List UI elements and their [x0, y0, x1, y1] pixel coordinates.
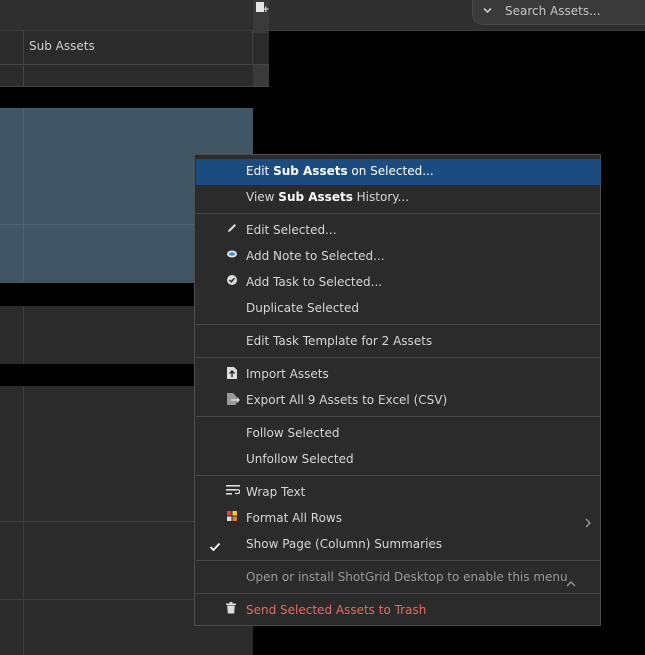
export-icon	[226, 392, 240, 409]
menu-item-label: Add Task to Selected...	[246, 275, 383, 289]
menu-item-label: Import Assets	[246, 367, 329, 381]
menu-item-label: Duplicate Selected	[246, 301, 360, 315]
menu-item-format-all-rows[interactable]: Format All Rows	[196, 506, 601, 532]
menu-item-edit-selected[interactable]: Edit Selected...	[196, 218, 601, 244]
menu-item-label: Wrap Text	[246, 485, 306, 499]
format-grid-icon	[226, 510, 238, 525]
grid-scroll-gutter	[253, 65, 269, 86]
cell-divider	[23, 306, 24, 364]
column-divider	[252, 31, 253, 64]
menu-item-view-sub-assets-history[interactable]: View Sub Assets History...	[196, 185, 601, 211]
menu-item-add-note[interactable]: Add Note to Selected...	[196, 244, 601, 270]
wrap-text-icon	[226, 484, 241, 499]
menu-item-label: View Sub Assets History...	[246, 190, 410, 204]
cell-divider	[23, 108, 24, 283]
menu-item-label: Show Page (Column) Summaries	[246, 537, 443, 551]
search-box[interactable]: Search Assets...	[472, 0, 645, 25]
menu-item-label: Unfollow Selected	[246, 452, 354, 466]
chevron-up-icon	[566, 573, 576, 592]
column-divider	[23, 65, 24, 86]
menu-item-unfollow-selected[interactable]: Unfollow Selected	[196, 447, 601, 473]
pencil-icon	[226, 222, 238, 237]
menu-item-shotgrid-desktop: Open or install ShotGrid Desktop to enab…	[196, 565, 601, 591]
note-bubble-icon	[226, 248, 238, 263]
grid-summary-row	[0, 65, 269, 87]
menu-item-label: Edit Selected...	[246, 223, 337, 237]
plus-icon: +	[262, 5, 270, 15]
menu-item-import-assets[interactable]: Import Assets	[196, 362, 601, 388]
column-divider	[23, 31, 24, 64]
menu-item-edit-task-template[interactable]: Edit Task Template for 2 Assets	[196, 329, 601, 355]
menu-item-send-to-trash[interactable]: Send Selected Assets to Trash	[196, 598, 601, 624]
search-input[interactable]: Search Assets...	[505, 4, 601, 18]
menu-item-label: Follow Selected	[246, 426, 340, 440]
menu-item-label: Add Note to Selected...	[246, 249, 385, 263]
menu-separator	[196, 475, 601, 476]
chevron-down-icon[interactable]	[482, 5, 493, 19]
add-column-button[interactable]: +	[253, 0, 270, 33]
menu-item-follow-selected[interactable]: Follow Selected	[196, 421, 601, 447]
chevron-right-icon	[584, 513, 592, 532]
task-check-icon	[226, 274, 238, 289]
grid-header-row: Sub Assets	[0, 31, 269, 65]
menu-item-label: Edit Sub Assets on Selected...	[246, 164, 434, 178]
menu-item-export-csv[interactable]: Export All 9 Assets to Excel (CSV)	[196, 388, 601, 414]
menu-item-label: Open or install ShotGrid Desktop to enab…	[246, 570, 568, 584]
column-header-sub-assets[interactable]: Sub Assets	[29, 39, 95, 53]
context-menu: Edit Sub Assets on Selected... View Sub …	[194, 154, 601, 626]
menu-separator	[196, 213, 601, 214]
menu-item-label: Send Selected Assets to Trash	[246, 603, 427, 617]
menu-item-show-page-summaries[interactable]: Show Page (Column) Summaries	[196, 532, 601, 558]
menu-item-label: Export All 9 Assets to Excel (CSV)	[246, 393, 448, 407]
checkmark-icon	[209, 538, 221, 557]
trash-icon	[226, 602, 236, 617]
menu-item-wrap-text[interactable]: Wrap Text	[196, 480, 601, 506]
menu-item-duplicate-selected[interactable]: Duplicate Selected	[196, 296, 601, 322]
import-icon	[226, 366, 238, 383]
menu-item-label: Format All Rows	[246, 511, 342, 525]
menu-item-label: Edit Task Template for 2 Assets	[246, 334, 433, 348]
menu-separator	[196, 416, 601, 417]
menu-separator	[196, 593, 601, 594]
menu-item-edit-sub-assets[interactable]: Edit Sub Assets on Selected...	[196, 159, 601, 185]
menu-separator	[196, 324, 601, 325]
menu-item-add-task[interactable]: Add Task to Selected...	[196, 270, 601, 296]
menu-separator	[196, 560, 601, 561]
menu-separator	[196, 357, 601, 358]
